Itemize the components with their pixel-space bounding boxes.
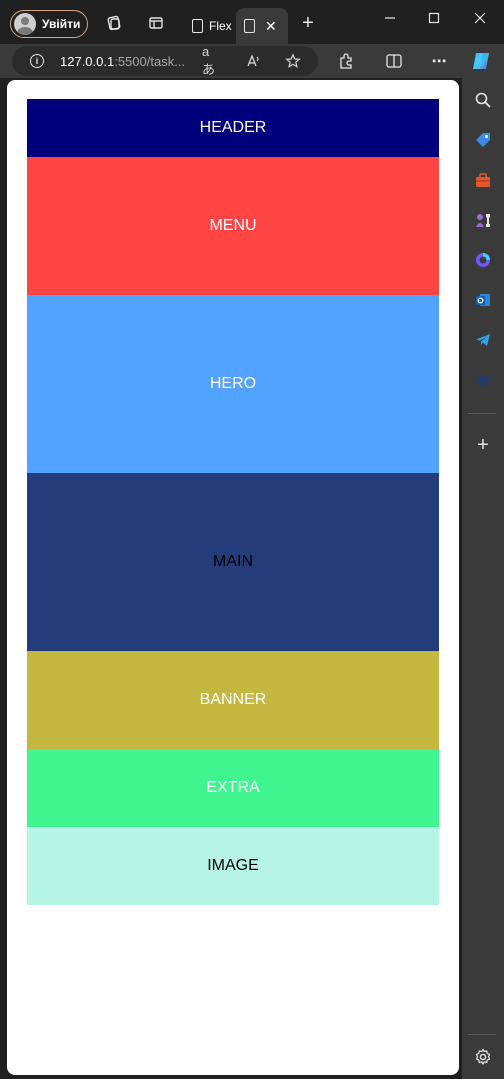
image-block: IMAGE	[27, 827, 439, 905]
hero-block: HERO	[27, 295, 439, 473]
hero-label: HERO	[209, 375, 257, 392]
tab-active[interactable]: ✕	[236, 8, 288, 44]
telegram-icon[interactable]	[471, 328, 495, 352]
settings-icon[interactable]	[471, 1045, 495, 1069]
address-bar[interactable]: i 127.0.0.1:5500/task... aあ	[12, 44, 318, 77]
main-label: MAIN	[213, 553, 253, 570]
close-window-icon[interactable]	[458, 8, 502, 28]
minimize-icon[interactable]	[368, 8, 412, 28]
maximize-icon[interactable]	[412, 8, 456, 28]
add-icon[interactable]: +	[471, 433, 495, 457]
new-tab-button[interactable]: +	[298, 12, 318, 34]
toolbox-icon[interactable]	[471, 168, 495, 192]
translate-icon[interactable]: aあ	[202, 44, 220, 77]
page-icon	[192, 19, 203, 33]
tab-title: Flex	[209, 19, 232, 33]
read-aloud-icon[interactable]	[244, 52, 262, 70]
banner-label: BANNER	[199, 691, 267, 708]
url-text: 127.0.0.1:5500/task...	[60, 53, 186, 69]
edge-sidebar: +	[462, 78, 504, 1079]
menu-label: MENU	[209, 217, 257, 234]
tab-flex[interactable]: Flex	[186, 8, 236, 44]
more-menu-icon[interactable]: ⋯	[428, 50, 450, 72]
banner-block: BANNER	[27, 651, 439, 749]
layout-container: HEADER MENU HERO MAIN BANNER EXTRA IMAGE	[27, 99, 439, 905]
header-label: HEADER	[199, 119, 267, 136]
header-block: HEADER	[27, 99, 439, 157]
chess-icon[interactable]	[471, 208, 495, 232]
profile-button[interactable]: Увійти	[10, 10, 88, 38]
tag-icon[interactable]	[471, 128, 495, 152]
sidebar-divider	[468, 413, 496, 414]
page-viewport: HEADER MENU HERO MAIN BANNER EXTRA IMAGE	[7, 80, 459, 1075]
avatar-icon	[14, 13, 36, 35]
page-icon	[244, 19, 255, 33]
profile-label: Увійти	[42, 17, 81, 31]
sidebar-divider-bottom	[468, 1034, 496, 1035]
extensions-icon[interactable]	[335, 50, 357, 72]
extra-label: EXTRA	[206, 779, 260, 796]
search-icon[interactable]	[471, 88, 495, 112]
copilot-sidebar-icon[interactable]	[471, 248, 495, 272]
title-bar: Увійти Flex ✕ +	[0, 0, 504, 44]
close-tab-icon[interactable]: ✕	[265, 18, 277, 35]
collections-icon[interactable]	[104, 13, 124, 33]
main-block: MAIN	[27, 473, 439, 651]
menu-block: MENU	[27, 157, 439, 295]
image-label: IMAGE	[207, 857, 259, 874]
extra-block: EXTRA	[27, 749, 439, 827]
split-screen-icon[interactable]	[383, 50, 405, 72]
tab-actions-icon[interactable]	[146, 13, 166, 33]
copilot-icon[interactable]	[470, 50, 492, 72]
hat-icon[interactable]	[471, 368, 495, 392]
favorite-star-icon[interactable]	[284, 52, 302, 70]
outlook-icon[interactable]	[471, 288, 495, 312]
info-icon[interactable]: i	[30, 54, 44, 68]
